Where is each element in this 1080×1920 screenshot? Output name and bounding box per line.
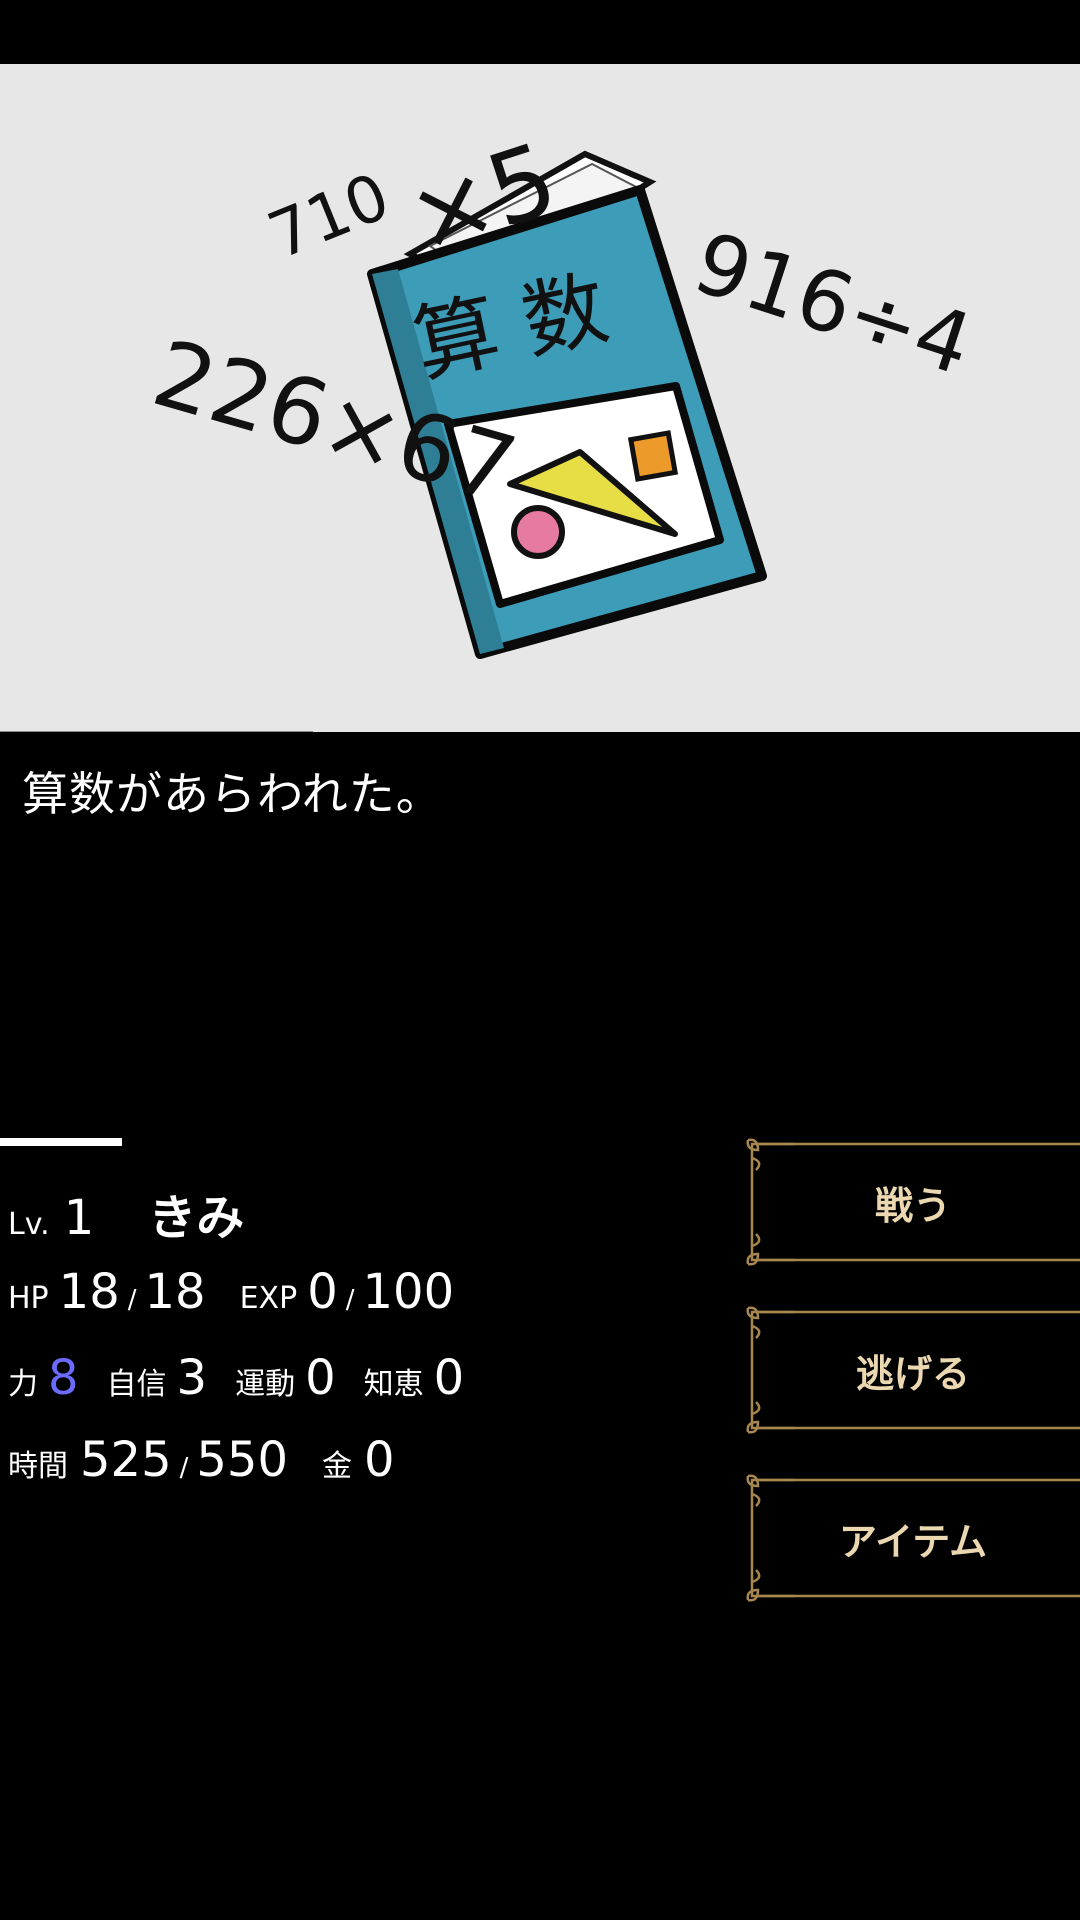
status-time-money-row: 時間 525 / 550 金 0 [8, 1432, 395, 1488]
wisdom-label: 知恵 [363, 1367, 424, 1402]
flee-button[interactable]: 逃げる [746, 1306, 1080, 1434]
item-label: アイテム [838, 1519, 988, 1564]
doodle-710: 710 [259, 160, 400, 274]
level-value: 1 [63, 1190, 95, 1246]
hp-slash: / [127, 1285, 137, 1315]
level-label: Lv. [8, 1207, 50, 1242]
fight-button[interactable]: 戦う [746, 1138, 1080, 1266]
hp-label: HP [8, 1281, 49, 1316]
enemy-math-book[interactable]: 算 数 710 ×5 916÷4 226×67 [0, 64, 1080, 732]
enemy-hp-bar [0, 731, 313, 732]
status-divider [0, 1138, 122, 1146]
confidence-label: 自信 [106, 1367, 167, 1402]
wisdom-value: 0 [433, 1350, 465, 1406]
status-hp-exp-row: HP 18 / 18 EXP 0 / 100 [8, 1264, 454, 1320]
pink-circle-shape [511, 505, 565, 559]
status-level-row: Lv. 1 きみ [8, 1178, 244, 1248]
confidence-value: 3 [176, 1350, 208, 1406]
item-button[interactable]: アイテム [746, 1474, 1080, 1602]
flee-label: 逃げる [855, 1351, 970, 1396]
money-label: 金 [322, 1449, 353, 1484]
exp-label: EXP [239, 1281, 298, 1316]
exp-current: 0 [307, 1264, 338, 1320]
player-name: きみ [148, 1190, 245, 1246]
time-max: 550 [196, 1432, 289, 1488]
exercise-label: 運動 [235, 1367, 296, 1402]
time-slash: / [179, 1453, 189, 1483]
hp-max: 18 [144, 1264, 206, 1320]
orange-square-shape [627, 430, 679, 482]
strength-value: 8 [48, 1350, 79, 1406]
doodle-916-div-4: 916÷4 [683, 213, 984, 394]
fight-label: 戦う [874, 1183, 951, 1228]
hp-current: 18 [58, 1264, 120, 1320]
exp-slash: / [345, 1285, 355, 1315]
battle-message: 算数があらわれた。 [22, 767, 443, 821]
time-label: 時間 [8, 1449, 68, 1484]
strength-label: 力 [8, 1367, 38, 1402]
exp-max: 100 [362, 1264, 455, 1320]
battle-scene: 算 数 710 ×5 916÷4 226×67 [0, 64, 1080, 732]
exercise-value: 0 [305, 1350, 336, 1406]
status-attributes-row: 力 8 自信 3 運動 0 知恵 0 [8, 1350, 464, 1406]
money-value: 0 [364, 1432, 395, 1488]
time-current: 525 [80, 1432, 172, 1488]
